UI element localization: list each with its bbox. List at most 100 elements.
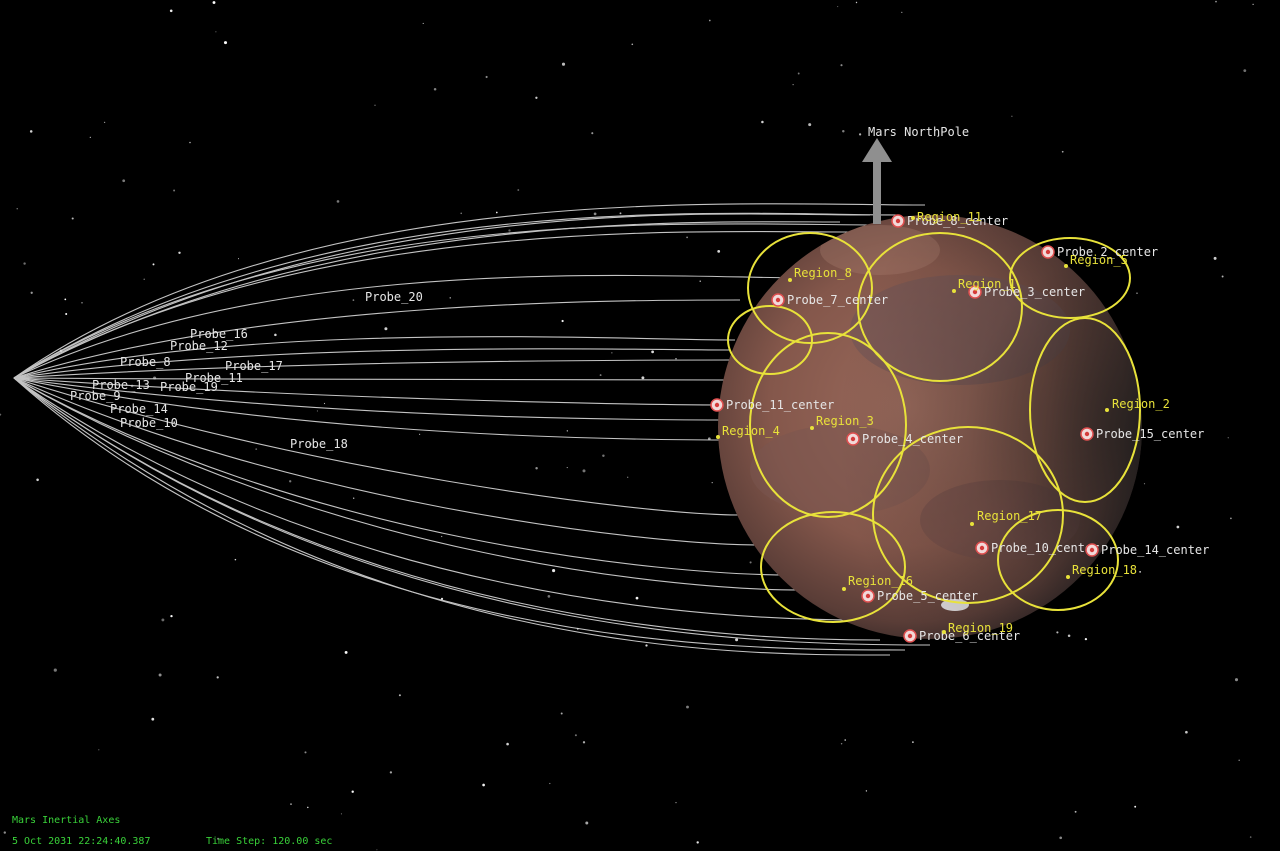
probe-label: Probe_8 — [120, 355, 171, 369]
star — [495, 211, 498, 214]
star — [645, 644, 648, 647]
star — [865, 790, 868, 792]
probe-center-label: Probe_7_center — [787, 293, 888, 307]
star — [398, 694, 401, 697]
star — [449, 297, 451, 299]
star — [53, 668, 57, 672]
star — [237, 258, 240, 260]
star — [289, 480, 292, 483]
star — [376, 849, 378, 851]
probe-center-label: Probe_11_center — [726, 398, 834, 412]
region-marker: Region_19 — [942, 621, 1013, 635]
star — [1238, 759, 1240, 762]
star — [717, 250, 721, 253]
star — [585, 821, 589, 825]
probe-label: Probe_20 — [365, 290, 423, 304]
probe-center-marker: Probe_14_center — [1085, 543, 1209, 557]
star — [552, 569, 556, 573]
star — [482, 783, 485, 787]
space-viewport[interactable]: Mars NorthPole Probe_20 Probe_16 Probe_1… — [0, 0, 1280, 851]
north-pole-label: Mars NorthPole — [868, 125, 969, 139]
star — [561, 62, 566, 66]
probe-center-label: Probe_4_center — [862, 432, 963, 446]
probe-label: Probe_12 — [170, 339, 228, 353]
star — [635, 596, 639, 600]
star — [1176, 525, 1180, 529]
star — [549, 782, 551, 785]
star — [517, 189, 520, 191]
star — [506, 742, 509, 746]
star — [89, 136, 91, 138]
star — [508, 229, 511, 232]
star — [351, 790, 354, 793]
star — [901, 11, 903, 14]
probe-center-marker: Probe_7_center — [771, 293, 888, 307]
star — [152, 263, 155, 266]
star — [64, 298, 67, 301]
star — [844, 739, 846, 741]
svg-text:Region_8: Region_8 — [794, 266, 852, 280]
star — [353, 497, 355, 499]
star — [1185, 730, 1188, 734]
probe-center-label: Probe_14_center — [1101, 543, 1209, 557]
star — [699, 280, 701, 282]
star — [561, 319, 564, 323]
svg-text:Region_3: Region_3 — [816, 414, 874, 428]
star — [651, 350, 654, 354]
star — [842, 129, 845, 133]
star — [460, 212, 462, 215]
star — [1249, 836, 1252, 838]
star — [808, 123, 812, 127]
probe-label: Probe_14 — [110, 402, 168, 416]
probe-label: Probe_9 — [70, 389, 121, 403]
svg-text:Region_2: Region_2 — [1112, 397, 1170, 411]
probe-center-marker: Probe_5_center — [861, 589, 978, 603]
probe-center-marker: Probe_11_center — [710, 398, 834, 412]
date-time-readout: 5 Oct 2031 22:24:40.387 — [12, 836, 151, 847]
star — [837, 6, 839, 8]
star — [23, 262, 26, 265]
probe-center-label: Probe_15_center — [1096, 427, 1204, 441]
star — [336, 200, 340, 203]
star — [340, 813, 342, 815]
star — [602, 454, 605, 458]
star — [389, 771, 393, 774]
star — [290, 803, 292, 805]
region-marker: Region_1 — [952, 277, 1016, 293]
region-marker: Region_8 — [788, 266, 852, 282]
star — [158, 673, 162, 677]
svg-text:Region_11: Region_11 — [917, 210, 982, 224]
star — [29, 130, 33, 133]
probe-label: Probe_19 — [160, 380, 218, 394]
star — [170, 614, 173, 618]
svg-text:Region_4: Region_4 — [722, 424, 780, 438]
star — [1213, 256, 1217, 260]
star — [535, 467, 538, 470]
probe-label: Probe_18 — [290, 437, 348, 451]
star — [566, 430, 568, 432]
star — [3, 831, 6, 834]
star — [189, 141, 191, 144]
scenario-3d-view[interactable]: Mars NorthPole Probe_20 Probe_16 Probe_1… — [0, 0, 1280, 851]
star — [143, 278, 145, 280]
star — [419, 433, 421, 435]
star — [422, 22, 424, 24]
region-marker: Region_4 — [716, 424, 780, 439]
star — [619, 212, 622, 215]
star — [223, 41, 228, 45]
star — [212, 1, 216, 4]
star — [627, 476, 629, 478]
time-step-readout: Time Step: 120.00 sec — [206, 836, 333, 847]
star — [1227, 437, 1229, 439]
star — [255, 448, 258, 450]
star — [858, 133, 862, 136]
svg-text:Region_16: Region_16 — [848, 574, 913, 588]
star — [384, 327, 388, 331]
star — [840, 743, 843, 745]
star — [686, 705, 689, 709]
svg-text:Region_5: Region_5 — [1070, 253, 1128, 267]
star — [161, 618, 165, 622]
star — [574, 734, 577, 737]
star — [352, 299, 355, 301]
star — [1230, 517, 1232, 520]
